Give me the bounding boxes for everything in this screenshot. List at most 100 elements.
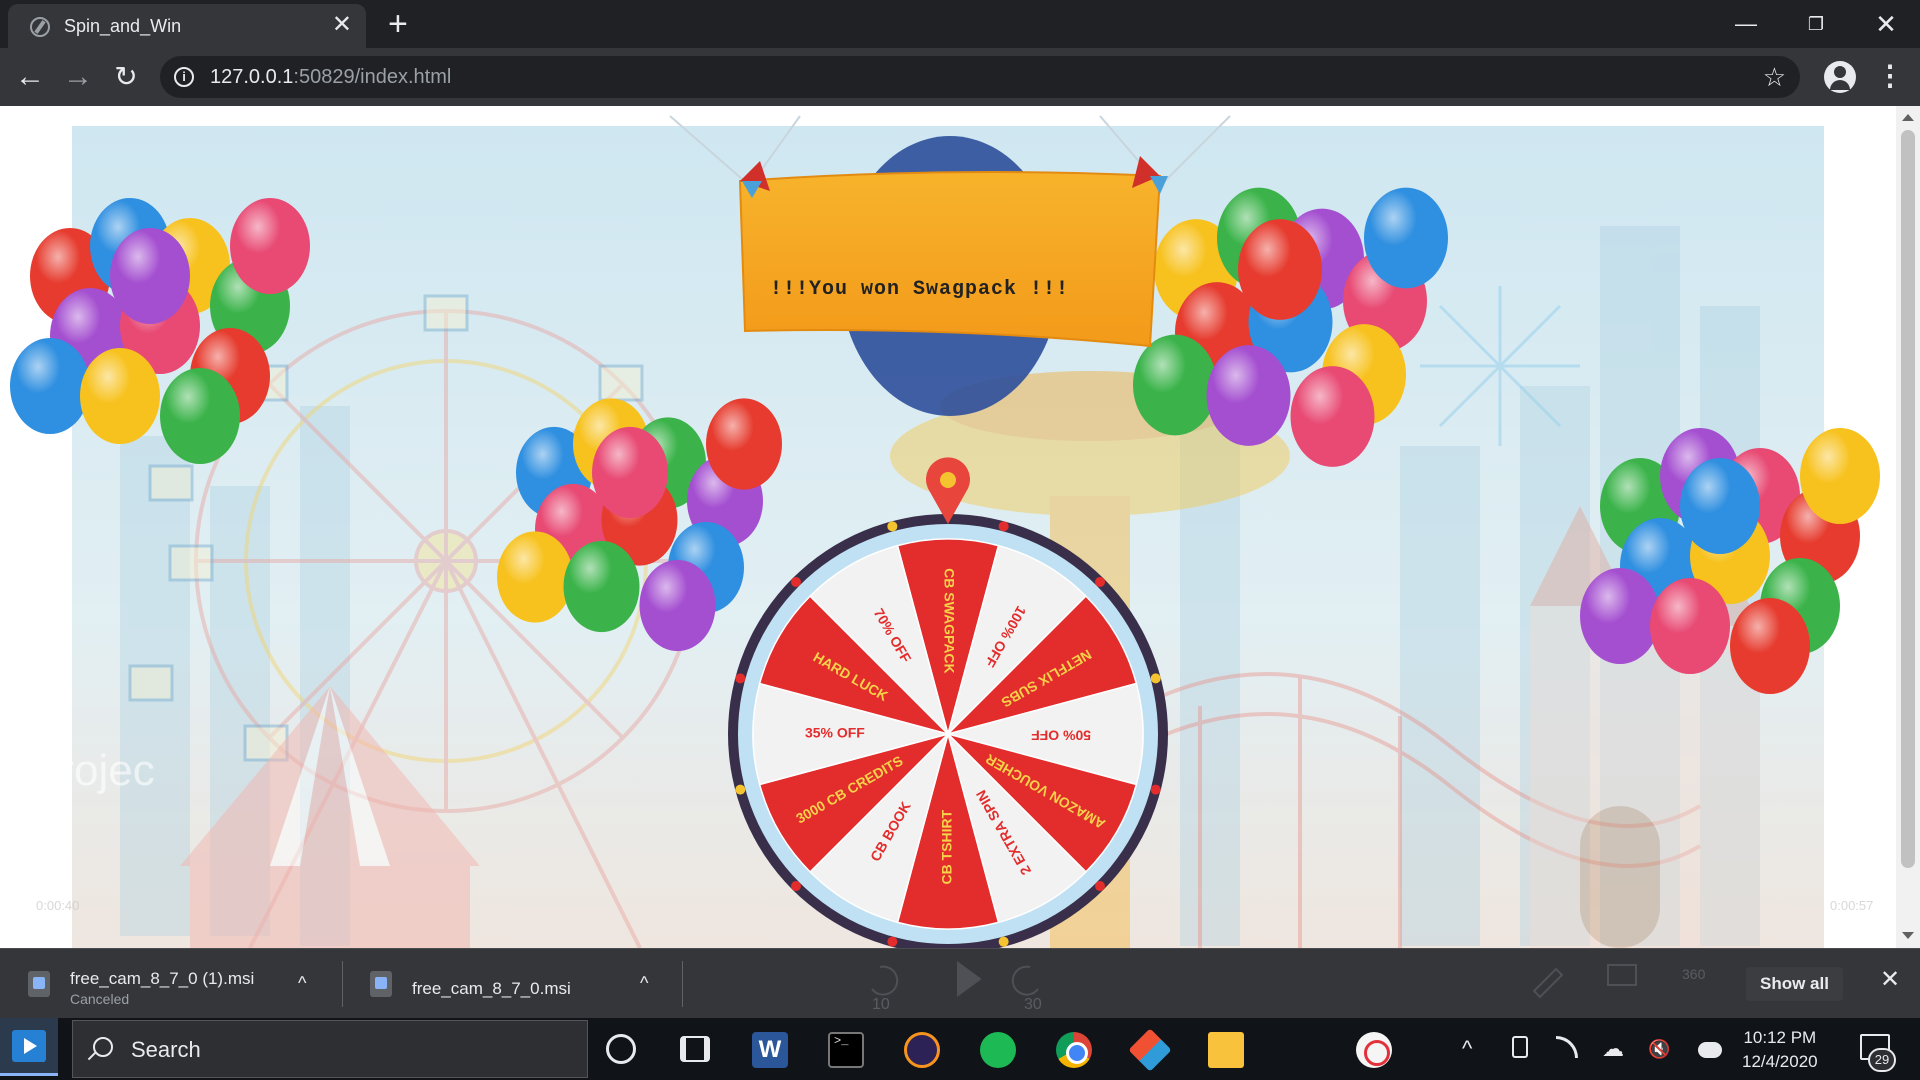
chrome-icon[interactable] [1056,1032,1092,1068]
tab-title: Spin_and_Win [64,16,182,36]
balloon-shine [563,540,640,633]
task-view-icon[interactable] [680,1036,710,1062]
balloon-shine [1238,219,1322,320]
search-icon [93,1037,113,1057]
tab-close-icon[interactable]: ✕ [332,13,352,37]
download-status: Canceled [70,991,130,1007]
balloon-shine [497,531,573,623]
balloon-shine [80,348,160,444]
wheel-segment-label: 50% OFF [1031,727,1091,743]
close-downloads-icon[interactable]: ✕ [1880,965,1900,994]
chevron-up-icon[interactable]: ^ [298,973,306,994]
wheel-pointer-dot [940,472,956,488]
wheel-rim-light [1095,576,1106,587]
wheel-rim-light [1150,784,1161,795]
balloon-shine [1133,334,1217,436]
video-watermark: Projec [30,746,155,795]
scroll-thumb[interactable] [1901,130,1915,868]
wheel-rim-light [735,673,746,684]
new-tab-button[interactable]: + [388,6,408,42]
balloon-shine [592,426,668,519]
eclipse-icon[interactable] [904,1032,940,1068]
wheel-rim-light [790,576,801,587]
file-explorer-icon[interactable] [1208,1032,1244,1068]
wheel-segment-label: 35% OFF [805,725,865,741]
wheel-rim-light [998,521,1009,532]
divider [342,961,343,1007]
volume-muted-icon[interactable]: 🔇 [1648,1036,1670,1062]
chevron-up-icon[interactable]: ^ [640,973,648,994]
url-text[interactable]: 127.0.0.1:50829/index.html [210,66,451,89]
spotify-icon[interactable] [980,1032,1016,1068]
wheel-rim-light [887,936,898,947]
wheel-rim-light [998,936,1009,947]
download-item[interactable]: free_cam_8_7_0.msi ^ [370,949,670,1019]
restore-button[interactable]: ❐ [1786,4,1846,44]
wheel-rim-light [887,521,898,532]
close-window-button[interactable]: ✕ [1856,4,1916,44]
downloads-bar: free_cam_8_7_0 (1).msi Canceled ^ free_c… [0,948,1920,1018]
wheel-rim-light [1150,673,1161,684]
player-elapsed-time: 0:00:40 [36,898,80,913]
msi-file-icon [28,971,50,997]
clock-date: 12/4/2020 [1742,1052,1818,1071]
download-item[interactable]: free_cam_8_7_0 (1).msi Canceled ^ [28,949,328,1019]
clock-time: 10:12 PM [1743,1028,1817,1047]
tab-strip: Spin_and_Win ✕ + — ❐ ✕ [0,0,1920,48]
reload-button[interactable]: ↻ [106,58,146,98]
search-placeholder: Search [131,1037,201,1062]
snipping-tool-icon[interactable] [1356,1032,1392,1068]
tab-spin-and-win[interactable]: Spin_and_Win ✕ [8,4,366,48]
download-filename: free_cam_8_7_0 (1).msi [70,969,255,988]
balloon-shine [1650,578,1730,674]
balloon-shine [1730,598,1810,694]
page-scrollbar[interactable] [1896,106,1920,948]
wheel-rim-light [735,784,746,795]
media-player-icon[interactable] [0,1018,58,1076]
player-total-time: 0:00:57 [1830,898,1874,913]
divider [682,961,683,1007]
fireworks [1420,286,1580,446]
browser-menu-icon[interactable]: ⋮ [1876,58,1904,94]
balloon-shine [1206,345,1291,446]
minimize-button[interactable]: — [1716,4,1776,44]
taskbar-search-box[interactable]: Search [72,1020,588,1078]
balloon-shine [1364,187,1448,289]
cortana-icon[interactable] [606,1034,636,1064]
git-icon[interactable] [1128,1028,1172,1072]
rewind-seconds: 10 [872,996,890,1013]
url-host: 127.0.0.1 [210,66,294,88]
show-hidden-icons-chevron[interactable]: ^ [1462,1036,1472,1062]
balloon-shine [230,198,310,294]
wheel-segment-label: CB TSHIRT [939,809,955,884]
back-button[interactable]: ← [10,58,50,98]
show-all-downloads-button[interactable]: Show all [1746,967,1843,1001]
cloud-upload-icon[interactable] [1698,1042,1722,1058]
bookmark-star-icon[interactable]: ☆ [1763,62,1786,93]
meet-now-icon[interactable] [1512,1036,1528,1058]
scroll-down-arrow-icon[interactable] [1902,932,1914,939]
onedrive-icon[interactable]: ☁ [1602,1036,1624,1062]
system-clock[interactable]: 10:12 PM 12/4/2020 [1742,1026,1818,1074]
word-icon[interactable]: W [752,1032,788,1068]
terminal-icon[interactable]: >_ [828,1032,864,1068]
url-path: :50829/index.html [293,66,452,88]
carnival-scene: CB SWAGPACK 100% OFFNETFLIX SUBS50% OFFAM… [10,115,1880,948]
balloon-shine [639,559,716,652]
site-info-icon[interactable]: i [174,67,194,87]
download-filename: free_cam_8_7_0.msi [412,979,571,998]
forward-button[interactable]: → [58,58,98,98]
profile-avatar-icon[interactable] [1824,61,1856,93]
scroll-up-arrow-icon[interactable] [1902,114,1914,121]
wifi-icon[interactable] [1556,1036,1578,1058]
vr-mode-label: 360 [1682,966,1706,982]
win-message: !!!You won Swagpack !!! [770,278,1070,301]
balloon-shine [1680,458,1760,554]
balloon-shine [706,398,782,490]
forward-seconds: 30 [1024,996,1042,1013]
globe-icon [30,17,50,37]
notification-count-badge: 29 [1868,1048,1896,1072]
address-bar[interactable]: i 127.0.0.1:50829/index.html ☆ [160,56,1800,98]
balloon-shine [1290,366,1375,467]
page-viewport: CB SWAGPACK 100% OFF NETFLIX SUBS 50% OFF AM… [0,106,1920,948]
